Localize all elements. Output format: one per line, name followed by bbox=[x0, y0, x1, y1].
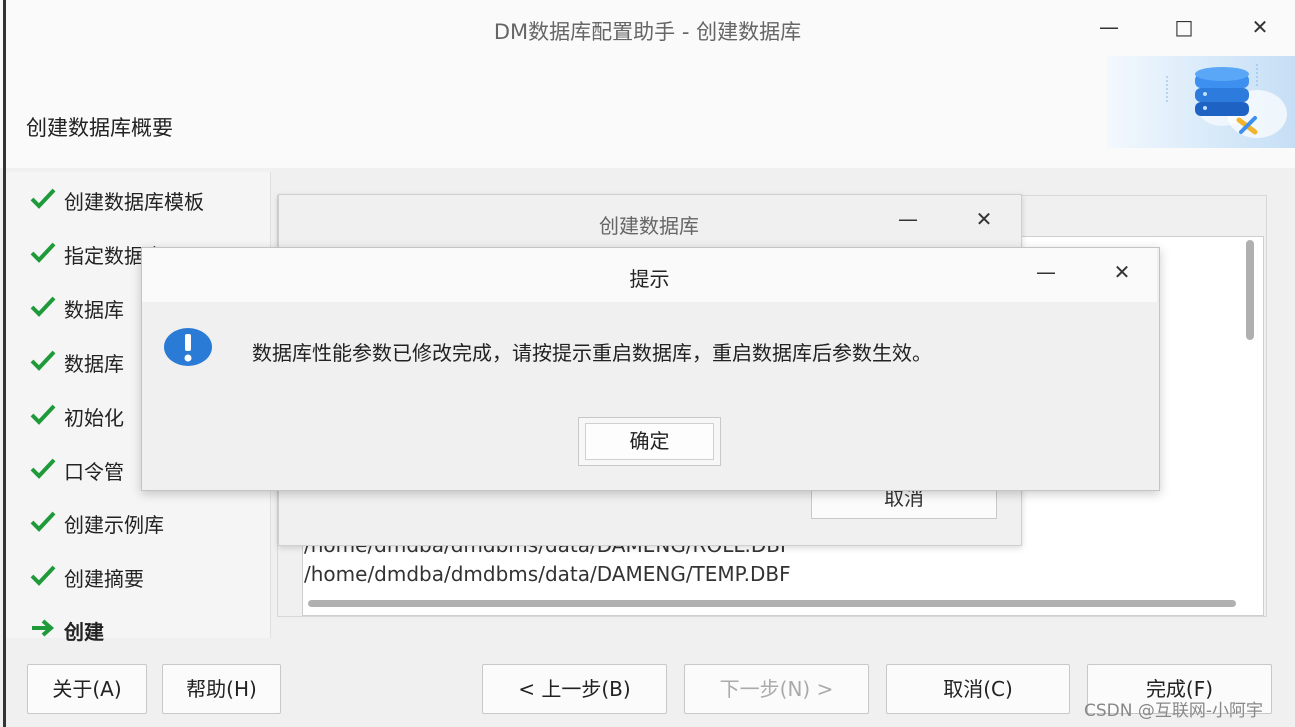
step-item: 口令管 bbox=[30, 455, 124, 485]
step-label: 初始化 bbox=[64, 405, 124, 430]
check-icon bbox=[30, 187, 64, 214]
step-item: 创建数据库模板 bbox=[30, 185, 204, 215]
info-icon bbox=[163, 327, 213, 367]
step-label: 创建 bbox=[64, 619, 104, 644]
step-item: 初始化 bbox=[30, 401, 124, 431]
check-icon bbox=[30, 510, 64, 537]
check-icon bbox=[30, 349, 64, 376]
dialog-close-button[interactable]: ✕ bbox=[969, 206, 999, 232]
help-button[interactable]: 帮助(H) bbox=[162, 664, 281, 714]
watermark: CSDN @互联网-小阿宇 bbox=[1084, 701, 1264, 721]
step-item: 创建摘要 bbox=[30, 562, 144, 592]
horizontal-scrollbar[interactable] bbox=[308, 600, 1236, 607]
check-icon bbox=[30, 241, 64, 268]
alert-close-button[interactable]: ✕ bbox=[1107, 259, 1137, 285]
step-label: 数据库 bbox=[64, 351, 124, 376]
alert-message: 数据库性能参数已修改完成，请按提示重启数据库，重启数据库后参数生效。 bbox=[252, 341, 932, 365]
log-line: /home/dmdba/dmdbms/data/DAMENG/TEMP.DBF bbox=[304, 562, 791, 586]
prev-button[interactable]: < 上一步(B) bbox=[482, 664, 667, 714]
page-heading: 创建数据库概要 bbox=[26, 116, 173, 140]
cancel-button[interactable]: 取消(C) bbox=[886, 664, 1070, 714]
check-icon bbox=[30, 403, 64, 430]
database-banner-icon bbox=[1107, 56, 1295, 148]
alert-title: 提示 bbox=[629, 267, 670, 291]
ok-button[interactable]: 确定 bbox=[585, 423, 714, 460]
maximize-button[interactable]: □ bbox=[1169, 14, 1199, 40]
step-item: 数据库 bbox=[30, 293, 124, 323]
vertical-scrollbar[interactable] bbox=[1246, 240, 1254, 340]
step-item: 数据库 bbox=[30, 347, 124, 377]
about-button[interactable]: 关于(A) bbox=[27, 664, 147, 714]
close-button[interactable]: ✕ bbox=[1245, 14, 1275, 40]
arrow-right-icon bbox=[30, 617, 64, 644]
step-label: 创建数据库模板 bbox=[64, 189, 204, 214]
step-label: 创建示例库 bbox=[64, 512, 164, 537]
alert-minimize-button[interactable]: — bbox=[1031, 259, 1061, 285]
step-item: 创建示例库 bbox=[30, 508, 164, 538]
minimize-button[interactable]: — bbox=[1094, 14, 1124, 40]
header-area bbox=[0, 56, 1295, 168]
step-label: 数据库 bbox=[64, 297, 124, 322]
check-icon bbox=[30, 457, 64, 484]
dialog-minimize-button[interactable]: — bbox=[893, 206, 923, 232]
step-item-current: 创建 bbox=[30, 615, 104, 645]
check-icon bbox=[30, 295, 64, 322]
next-button[interactable]: 下一步(N) > bbox=[684, 664, 869, 714]
check-icon bbox=[30, 564, 64, 591]
step-label: 创建摘要 bbox=[64, 566, 144, 591]
step-label: 口令管 bbox=[64, 459, 124, 484]
